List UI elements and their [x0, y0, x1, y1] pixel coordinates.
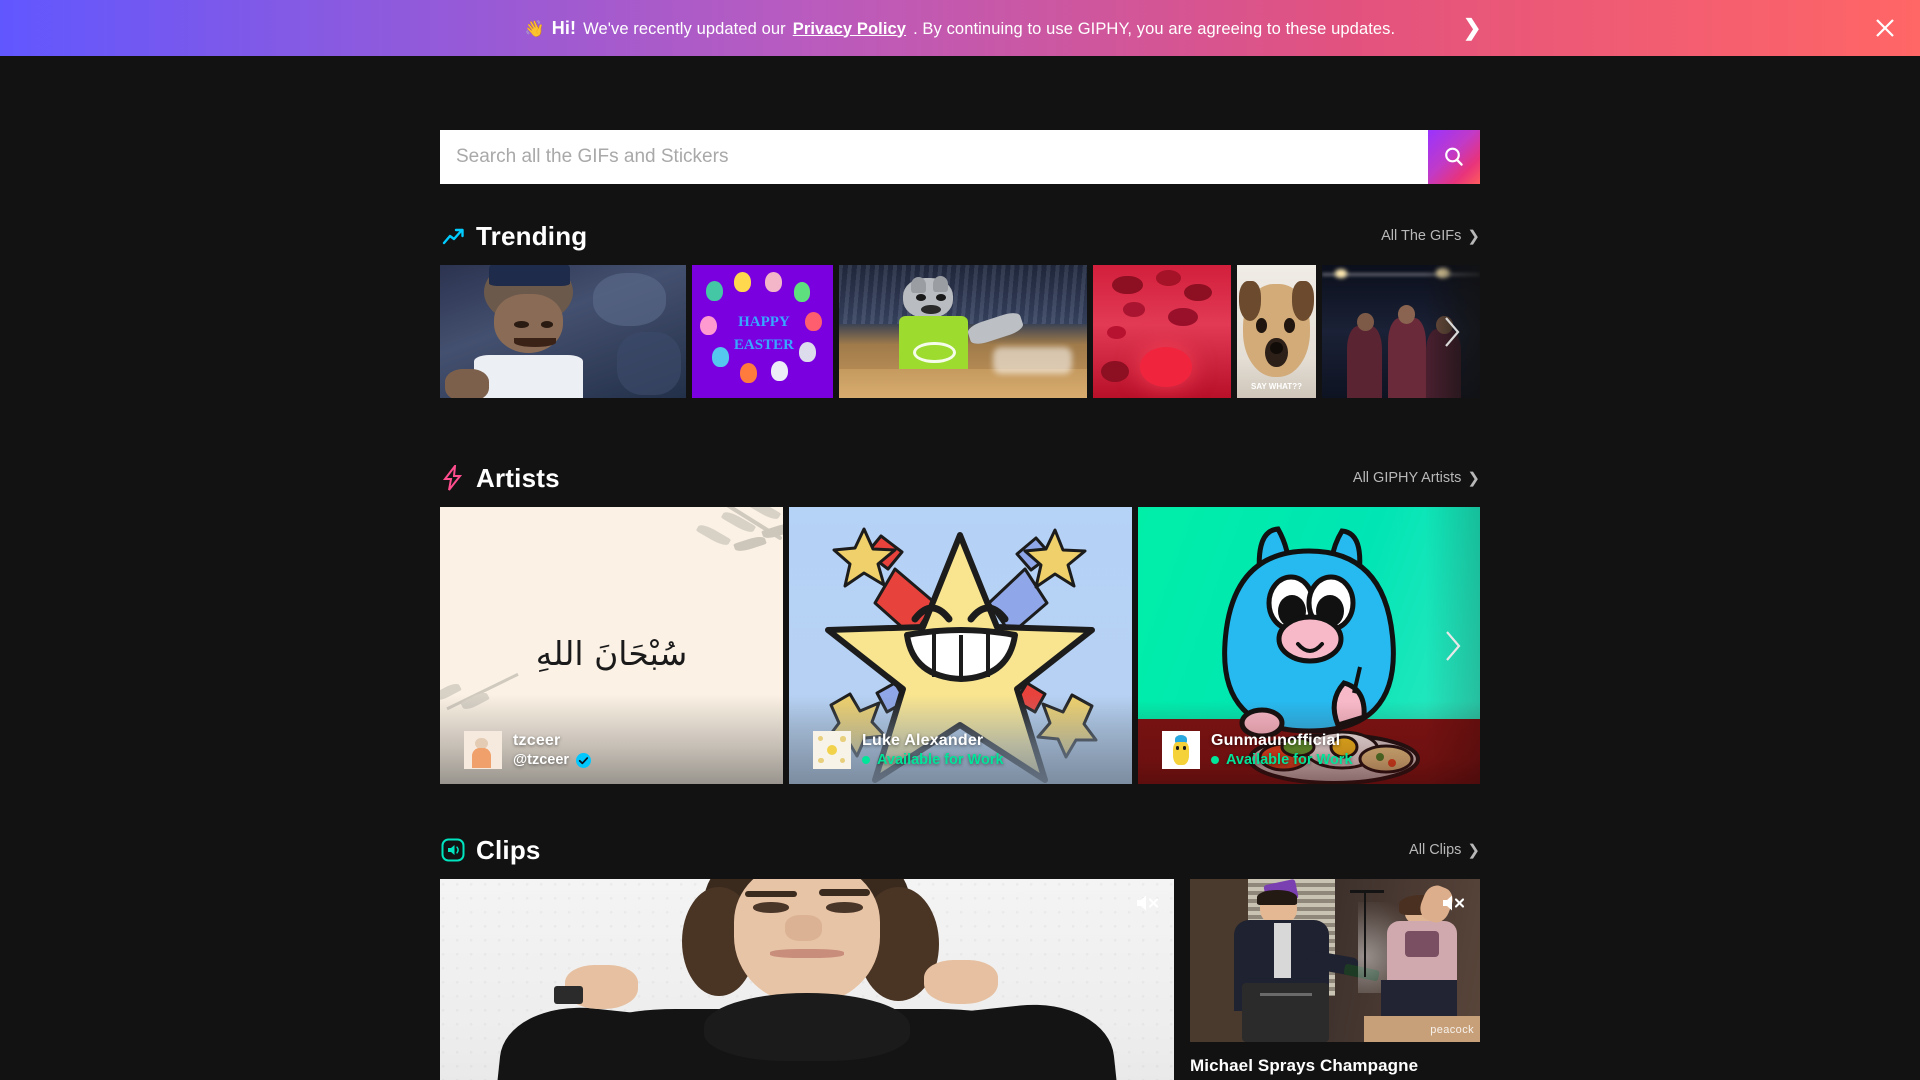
artist-card-gunmaunofficial[interactable]: Gunmaunofficial Available for Work — [1138, 507, 1480, 784]
avatar — [813, 731, 851, 769]
all-giphy-artists-link[interactable]: All GIPHY Artists ❯ — [1353, 469, 1480, 487]
trending-tile-mascot[interactable] — [839, 265, 1087, 398]
search-button[interactable] — [1428, 130, 1480, 184]
artist-meta: Luke Alexander Available for Work — [789, 722, 1132, 784]
muted-speaker-icon — [1443, 895, 1465, 911]
avatar — [464, 731, 502, 769]
clips-section: Clips All Clips ❯ peacock Michael Sprays… — [440, 833, 1480, 1080]
clip-side-column: peacock Michael Sprays Champagne — [1190, 879, 1480, 1080]
wave-hand-icon: 👋 — [524, 20, 545, 38]
lightning-bolt-icon — [440, 465, 466, 491]
clip-title: Michael Sprays Champagne — [1190, 1056, 1419, 1075]
trending-section: Trending All The GIFs ❯ HAPPY EASTER SAY… — [440, 219, 1480, 398]
trending-title: Trending — [476, 220, 588, 251]
clip-michael-sprays-champagne[interactable]: peacock — [1190, 879, 1480, 1042]
artist-status: Available for Work — [877, 752, 1004, 768]
artists-title: Artists — [476, 462, 560, 493]
all-giphy-artists-label: All GIPHY Artists — [1352, 470, 1462, 486]
clips-carousel[interactable]: National Basketball — [440, 879, 1480, 1080]
status-dot-icon — [862, 756, 870, 764]
trending-tile-pug[interactable]: SAY WHAT?? — [1237, 265, 1316, 398]
chevron-right-icon — [1446, 630, 1461, 661]
arabic-calligraphy-text: سُبْحَانَ اللهِ — [535, 634, 688, 674]
artist-display-name: Gunmaunofficial — [1211, 732, 1341, 749]
artist-names: Gunmaunofficial Available for Work — [1211, 732, 1353, 768]
peacock-watermark: peacock — [1430, 1024, 1474, 1036]
banner-close-button[interactable] — [1870, 13, 1900, 43]
artists-next-button[interactable] — [1425, 507, 1480, 784]
artists-header: Artists All GIPHY Artists ❯ — [440, 461, 1480, 495]
trending-tile-happy-easter[interactable]: HAPPY EASTER — [692, 265, 833, 398]
all-clips-label: All Clips — [1409, 842, 1462, 858]
artist-display-name: tzceer — [513, 732, 561, 749]
all-the-gifs-label: All The GIFs — [1381, 228, 1462, 244]
clip-featured-nba-player[interactable]: National Basketball — [440, 879, 1174, 1080]
status-dot-icon — [1211, 756, 1219, 764]
clips-header: Clips All Clips ❯ — [440, 833, 1480, 867]
search-input[interactable] — [440, 130, 1428, 184]
trending-header: Trending All The GIFs ❯ — [440, 219, 1480, 253]
artists-section: Artists All GIPHY Artists ❯ سُبْحَانَ ال… — [440, 461, 1480, 784]
chevron-right-icon: ❯ — [1467, 228, 1480, 245]
privacy-policy-link[interactable]: Privacy Policy — [793, 20, 906, 39]
muted-speaker-icon — [1137, 895, 1159, 911]
verified-badge-icon — [576, 752, 592, 768]
trending-up-icon — [440, 223, 466, 249]
artist-card-tzceer[interactable]: سُبْحَانَ اللهِ tzceer @tzceer — [440, 507, 783, 784]
artist-display-name: Luke Alexander — [862, 732, 984, 749]
banner-text-before: We've recently updated our — [583, 19, 786, 38]
speaker-clip-icon — [440, 837, 466, 863]
artist-status-row: Available for Work — [1211, 752, 1353, 768]
banner-text-after: . By continuing to use GIPHY, you are ag… — [913, 19, 1396, 38]
trending-tile-jimmy-butler[interactable] — [440, 265, 686, 398]
artist-handle: @tzceer — [513, 752, 570, 768]
clip-mute-button[interactable] — [1440, 891, 1466, 915]
search-icon — [1445, 147, 1463, 166]
clips-title: Clips — [476, 834, 541, 865]
clip-mute-button[interactable] — [1134, 891, 1160, 915]
banner-next-button[interactable]: ❯ — [1463, 17, 1481, 39]
chevron-right-icon: ❯ — [1467, 470, 1480, 487]
artist-card-luke-alexander[interactable]: Luke Alexander Available for Work — [789, 507, 1132, 784]
banner-message: 👋 Hi! We've recently updated our Privacy… — [525, 18, 1395, 39]
artist-status-row: Available for Work — [862, 752, 1004, 768]
artist-meta: tzceer @tzceer — [440, 722, 783, 784]
artist-handle-row: @tzceer — [513, 752, 592, 768]
chevron-right-icon: ❯ — [1467, 842, 1480, 859]
trending-next-button[interactable] — [1424, 265, 1480, 398]
chevron-right-icon — [1445, 316, 1460, 347]
artist-status: Available for Work — [1226, 752, 1353, 768]
trending-tile-red-hearts[interactable] — [1093, 265, 1231, 398]
artists-carousel[interactable]: سُبْحَانَ اللهِ tzceer @tzceer Luke Alex… — [440, 507, 1480, 784]
all-the-gifs-link[interactable]: All The GIFs ❯ — [1381, 227, 1480, 245]
privacy-policy-banner: 👋 Hi! We've recently updated our Privacy… — [0, 0, 1920, 56]
close-icon — [1876, 19, 1894, 37]
avatar — [1162, 731, 1200, 769]
trending-carousel[interactable]: HAPPY EASTER SAY WHAT?? — [440, 265, 1480, 398]
artist-names: tzceer @tzceer — [513, 732, 592, 768]
artist-names: Luke Alexander Available for Work — [862, 732, 1004, 768]
banner-greeting: Hi! — [551, 17, 577, 38]
all-clips-link[interactable]: All Clips ❯ — [1409, 841, 1480, 859]
search-bar — [440, 130, 1480, 184]
